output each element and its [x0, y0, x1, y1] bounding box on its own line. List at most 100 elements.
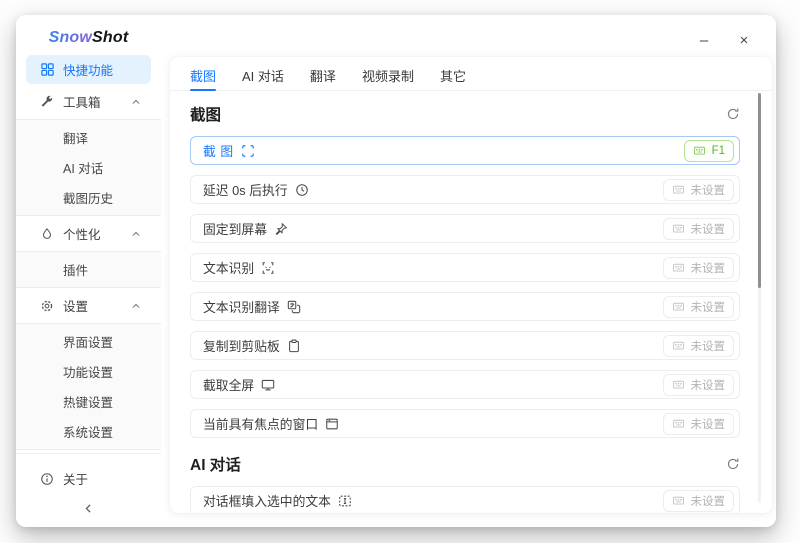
personalization-submenu: 插件 — [16, 251, 161, 288]
paint-icon — [39, 226, 55, 242]
sidebar-item-label: AI 对话 — [63, 158, 141, 177]
section-header-screenshot: 截图 — [190, 103, 740, 125]
sidebar-item-label: 翻译 — [63, 128, 141, 147]
keyboard-icon — [693, 144, 706, 157]
hotkey-value: 未设置 — [691, 260, 726, 276]
sidebar-item-screenshot-history[interactable]: 截图历史 — [26, 183, 151, 212]
hotkey-value: 未设置 — [691, 493, 726, 509]
hotkey-value: F1 — [712, 145, 725, 157]
sidebar-item-label: 插件 — [63, 260, 141, 279]
hotkey-row-screenshot[interactable]: 截 图 F1 — [190, 136, 740, 165]
sidebar-item-plugins[interactable]: 插件 — [26, 255, 151, 284]
sidebar-menu: 快捷功能 工具箱 翻译 AI 对话 — [16, 51, 161, 453]
appstore-icon — [39, 62, 55, 78]
sidebar-item-personalization[interactable]: 个性化 — [26, 219, 151, 248]
sidebar-item-system-settings[interactable]: 系统设置 — [26, 417, 151, 446]
hotkey-badge[interactable]: 未设置 — [663, 218, 735, 240]
hotkey-badge[interactable]: 未设置 — [663, 257, 735, 279]
sidebar-item-label: 热键设置 — [63, 392, 141, 411]
chevron-up-icon — [131, 97, 141, 107]
sidebar-item-function-settings[interactable]: 功能设置 — [26, 357, 151, 386]
toolbox-submenu: 翻译 AI 对话 截图历史 — [16, 119, 161, 216]
keyboard-icon — [672, 494, 685, 507]
keyboard-icon — [672, 378, 685, 391]
hotkey-value: 未设置 — [691, 221, 726, 237]
sidebar-item-toolbox[interactable]: 工具箱 — [26, 87, 151, 116]
sidebar-item-interface-settings[interactable]: 界面设置 — [26, 327, 151, 356]
sidebar-item-hotkey-settings[interactable]: 热键设置 — [26, 387, 151, 416]
chevron-up-icon — [131, 229, 141, 239]
tab-screenshot[interactable]: 截图 — [190, 61, 216, 90]
hotkey-row-copy-to-clipboard[interactable]: 复制到剪贴板 未设置 — [190, 331, 740, 360]
sidebar-item-label: 工具箱 — [63, 92, 131, 111]
tab-translate[interactable]: 翻译 — [310, 61, 336, 90]
hotkey-row-fullscreen-capture[interactable]: 截取全屏 未设置 — [190, 370, 740, 399]
tab-video-record[interactable]: 视频录制 — [362, 61, 414, 90]
hotkey-badge[interactable]: 未设置 — [663, 335, 735, 357]
sidebar-item-ai-chat[interactable]: AI 对话 — [26, 153, 151, 182]
hotkey-row-pin-to-screen[interactable]: 固定到屏幕 未设置 — [190, 214, 740, 243]
sidebar-item-label: 快捷功能 — [63, 60, 141, 79]
sidebar-item-settings[interactable]: 设置 — [26, 291, 151, 320]
scrollbar-track[interactable] — [758, 93, 761, 503]
row-label: 当前具有焦点的窗口 — [203, 414, 318, 433]
minimize-button[interactable]: – — [692, 29, 716, 51]
section-title: AI 对话 — [190, 453, 241, 475]
tab-bar: 截图 AI 对话 翻译 视频录制 其它 — [170, 57, 772, 91]
hotkey-badge[interactable]: 未设置 — [663, 296, 735, 318]
hotkey-row-fill-selected-text[interactable]: 对话框填入选中的文本 未设置 — [190, 486, 740, 513]
wrench-icon — [39, 94, 55, 110]
sidebar-item-label: 截图历史 — [63, 188, 141, 207]
logo-part-shot: Shot — [92, 29, 128, 47]
hotkey-badge[interactable]: 未设置 — [663, 179, 735, 201]
sidebar-item-label: 关于 — [63, 469, 141, 488]
hotkey-badge[interactable]: 未设置 — [663, 490, 735, 512]
window-icon — [325, 417, 339, 431]
keyboard-icon — [672, 339, 685, 352]
hotkey-badge[interactable]: 未设置 — [663, 413, 735, 435]
tab-other[interactable]: 其它 — [440, 61, 466, 90]
hotkey-row-ocr[interactable]: 文本识别 — [190, 253, 740, 282]
snowshot-window: – × SnowShot 快捷功能 工具箱 — [16, 15, 776, 527]
section-header-ai-chat: AI 对话 — [190, 453, 740, 475]
row-label: 对话框填入选中的文本 — [203, 491, 331, 510]
hotkey-badge[interactable]: F1 — [684, 140, 734, 162]
close-button[interactable]: × — [732, 29, 756, 51]
sidebar-item-quick-functions[interactable]: 快捷功能 — [26, 55, 151, 84]
keyboard-icon — [672, 183, 685, 196]
chevron-left-icon — [82, 502, 95, 515]
sidebar-item-translate[interactable]: 翻译 — [26, 123, 151, 152]
row-label: 截 图 — [203, 141, 234, 160]
hotkey-row-focused-window[interactable]: 当前具有焦点的窗口 未设置 — [190, 409, 740, 438]
hotkey-value: 未设置 — [691, 182, 726, 198]
reload-icon[interactable] — [726, 457, 740, 471]
ocr-icon — [261, 261, 275, 275]
row-label: 文本识别翻译 — [203, 297, 280, 316]
row-label: 固定到屏幕 — [203, 219, 267, 238]
hotkey-value: 未设置 — [691, 338, 726, 354]
sidebar-item-label: 设置 — [63, 296, 131, 315]
hotkey-value: 未设置 — [691, 377, 726, 393]
pin-icon — [274, 222, 288, 236]
screenshot-icon — [241, 144, 255, 158]
hotkey-row-delay-execute[interactable]: 延迟 0s 后执行 未设置 — [190, 175, 740, 204]
row-label: 延迟 0s 后执行 — [203, 180, 288, 199]
monitor-icon — [261, 378, 275, 392]
keyboard-icon — [672, 261, 685, 274]
hotkey-value: 未设置 — [691, 299, 726, 315]
info-icon — [39, 471, 55, 487]
section-title: 截图 — [190, 103, 221, 125]
scrollbar-thumb[interactable] — [758, 93, 761, 288]
sidebar-item-label: 功能设置 — [63, 362, 141, 381]
desktop: – × SnowShot 快捷功能 工具箱 — [0, 0, 800, 543]
logo-part-snow: Snow — [49, 29, 92, 47]
sidebar-item-about[interactable]: 关于 — [26, 464, 151, 493]
app-logo: SnowShot — [16, 25, 161, 51]
sidebar-collapse-button[interactable] — [16, 496, 161, 521]
hotkey-badge[interactable]: 未设置 — [663, 374, 735, 396]
reload-icon[interactable] — [726, 107, 740, 121]
translate-icon — [287, 300, 301, 314]
sidebar-footer-menu: 关于 — [16, 460, 161, 496]
tab-ai-chat[interactable]: AI 对话 — [242, 61, 284, 90]
hotkey-row-ocr-translate[interactable]: 文本识别翻译 未设置 — [190, 292, 740, 321]
